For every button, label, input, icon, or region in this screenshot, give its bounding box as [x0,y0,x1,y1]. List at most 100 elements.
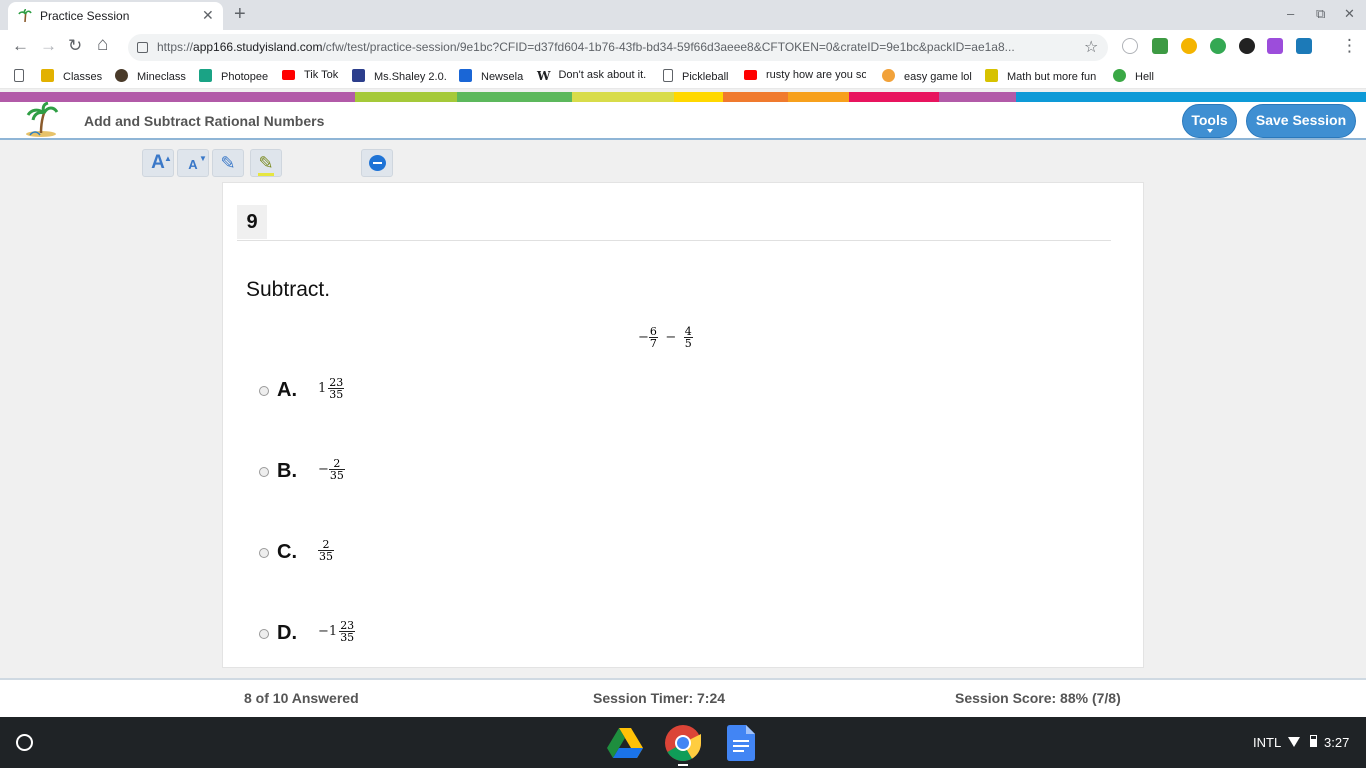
tab-close-icon[interactable]: ✕ [202,7,214,24]
puzzle-icon[interactable] [1267,38,1283,54]
bookmark-newsela[interactable]: Newsela [459,69,523,83]
tools-button[interactable]: Tools [1182,104,1237,138]
caret-down-icon [1207,129,1213,133]
chat-icon[interactable] [361,149,393,177]
battery-icon[interactable] [1310,735,1317,747]
save-session-label: Save Session [1255,112,1347,128]
mineclass-icon [115,69,128,82]
expression-fraction-1: 67 [648,325,658,350]
minimize-icon[interactable]: – [1287,6,1294,21]
chrome-menu-icon[interactable]: ⋮ [1341,36,1358,56]
window-close-icon[interactable]: ✕ [1344,6,1355,22]
bookmark-hell[interactable]: Hell [1113,69,1154,83]
game-icon [882,69,895,82]
radio-button[interactable] [259,467,269,477]
reload-icon[interactable]: ↻ [68,36,82,56]
choice-letter: D. [277,622,297,644]
photopea-icon [199,69,212,82]
bookmark-math-fun[interactable]: Math but more fun [985,69,1096,83]
bookmark-mineclass[interactable]: Mineclass [115,69,186,83]
bookmark-pickleball[interactable]: Pickleball [663,69,728,83]
url-text[interactable]: https://app166.studyisland.com/cfw/test/… [157,40,1072,54]
decrease-font-icon[interactable]: A ▼ [177,149,209,177]
palm-tree-logo-icon [22,101,60,138]
rainbow-segment [788,92,849,102]
wikipedia-icon: W [537,69,551,83]
session-score: Session Score: 88% (7/8) [955,690,1121,706]
person-icon[interactable] [1239,38,1255,54]
bookmark-easy-game[interactable]: easy game lol [882,69,972,83]
clock-icon[interactable] [1122,38,1138,54]
choice-value: −2 35 [318,457,345,482]
bookmark-dont-ask[interactable]: W Don't ask about it. [537,69,646,83]
rainbow-segment [849,92,939,102]
choice-value: 2 35 [318,538,334,563]
google-docs-icon[interactable] [727,725,755,761]
choice-value: 1 23 35 [318,376,345,401]
session-status-bar: 8 of 10 Answered Session Timer: 7:24 Ses… [0,678,1366,717]
home-icon[interactable]: ⌂ [97,34,108,56]
app-header: Add and Subtract Rational Numbers Tools … [0,101,1366,140]
drive-icon-2[interactable] [1210,38,1226,54]
question-prompt: Subtract. [246,278,331,301]
input-method-indicator[interactable]: INTL [1253,735,1281,750]
expression-fraction-2: 45 [683,325,693,350]
youtube-icon [282,70,295,80]
restore-icon[interactable]: ⧉ [1316,6,1325,22]
radio-button[interactable] [259,386,269,396]
bookmark-photopee[interactable]: Photopee [199,69,268,83]
chrome-icon[interactable] [664,724,702,762]
bookmark-ms-shaley[interactable]: Ms.Shaley 2.0. [352,69,447,83]
rainbow-segment [723,92,788,102]
rainbow-strip [0,92,1366,102]
drive-icon[interactable] [1181,38,1197,54]
new-tab-icon[interactable]: + [234,3,246,26]
address-bar[interactable]: https://app166.studyisland.com/cfw/test/… [128,34,1108,61]
page-title: Add and Subtract Rational Numbers [84,113,325,129]
radio-button[interactable] [259,548,269,558]
rainbow-segment [457,92,572,102]
answered-count: 8 of 10 Answered [244,690,359,706]
choice-letter: C. [277,541,297,563]
bookmarks-bar: Classes Mineclass Photopee Tik Tok Ms.Sh… [0,65,1366,89]
newsela-icon [459,69,472,82]
os-shelf: INTL 3:27 [0,717,1366,768]
rainbow-segment [1016,92,1366,102]
bookmark-apps[interactable] [14,69,24,83]
wifi-icon[interactable] [1288,737,1300,747]
extension-icon-green[interactable] [1152,38,1168,54]
question-divider [237,240,1111,241]
session-timer: Session Timer: 7:24 [593,690,726,706]
browser-tab[interactable]: Practice Session ✕ [8,2,223,30]
google-drive-icon[interactable] [606,726,644,760]
bookmark-classes[interactable]: Classes [41,69,102,83]
page-icon [14,69,24,82]
pencil-icon[interactable]: ✎ [212,149,244,177]
increase-font-icon[interactable]: A ▲ [142,149,174,177]
bookmark-rusty[interactable]: rusty how are you so [744,69,866,81]
question-number: 9 [237,205,267,239]
radio-button[interactable] [259,629,269,639]
youtube-icon [744,70,757,80]
bookmark-star-icon[interactable]: ☆ [1084,37,1098,57]
question-card: 9 Subtract. −6 7 − 45 A. 1 23 35 B. −2 35 C.… [222,182,1144,668]
island-favicon-icon [18,8,32,23]
clock[interactable]: 3:27 [1324,735,1349,750]
chrome-running-indicator [678,764,688,766]
launcher-icon[interactable] [16,734,33,751]
rainbow-segment [674,92,723,102]
choice-value: −1 23 35 [318,619,356,644]
island-icon [1113,69,1126,82]
rainbow-segment [0,92,355,102]
highlighter-icon[interactable]: ✎ [250,149,282,177]
forward-icon[interactable]: → [40,36,57,56]
expression-sign: − [638,330,649,345]
browser-toolbar: ← → ↻ ⌂ https://app166.studyisland.com/c… [0,30,1366,65]
extension-icon-blue[interactable] [1296,38,1312,54]
page-info-icon[interactable] [137,42,148,53]
save-session-button[interactable]: Save Session [1246,104,1356,138]
back-icon[interactable]: ← [12,36,29,56]
bookmark-tiktok[interactable]: Tik Tok [282,69,338,81]
chat-bubble-line [373,162,382,164]
tab-title: Practice Session [40,9,130,23]
